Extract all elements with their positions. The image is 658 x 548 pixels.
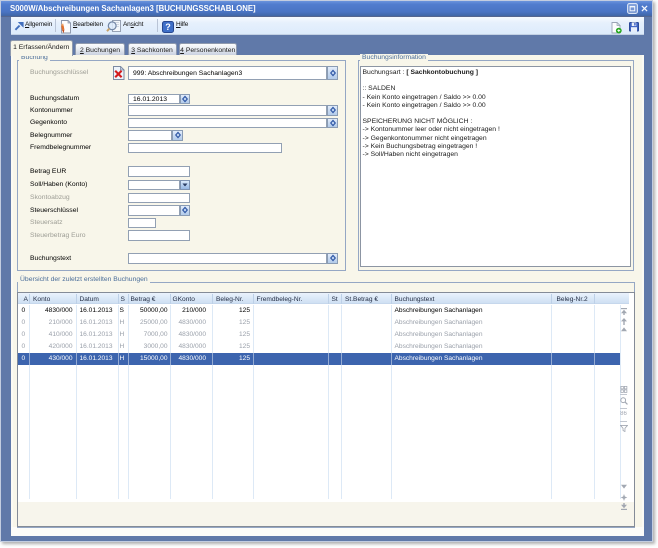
svg-text:?: ? (165, 22, 171, 32)
